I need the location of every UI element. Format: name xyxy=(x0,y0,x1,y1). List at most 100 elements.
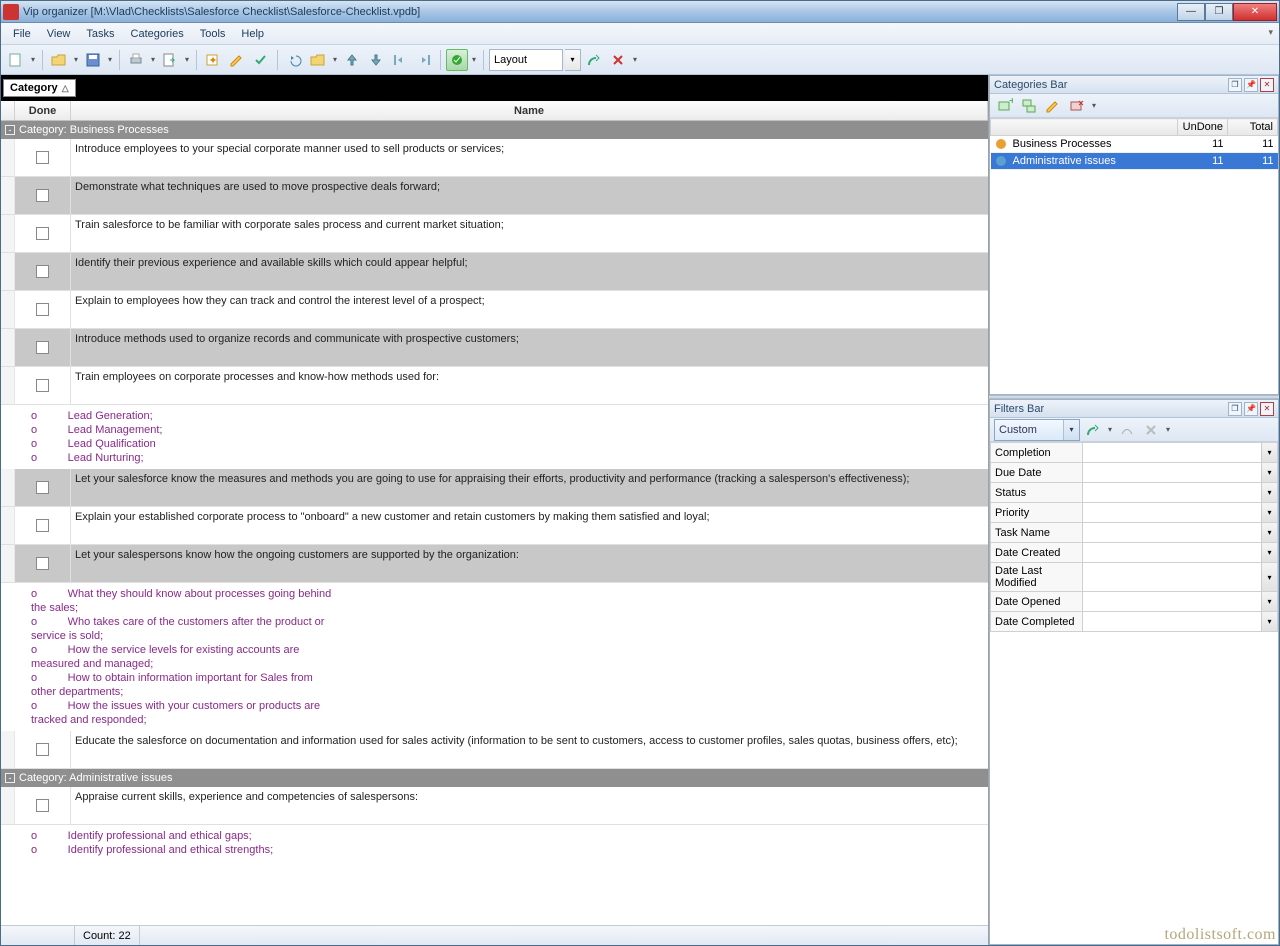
categories-name-header[interactable] xyxy=(991,119,1178,136)
apply-filter-dropdown-icon[interactable]: ▾ xyxy=(1106,419,1114,441)
filter-value-cell[interactable]: ▾ xyxy=(1083,612,1278,632)
chevron-down-icon[interactable]: ▾ xyxy=(1261,563,1277,591)
layout-dropdown-icon[interactable]: ▾ xyxy=(565,49,581,71)
filter-value-cell[interactable]: ▾ xyxy=(1083,503,1278,523)
apply-filter-button[interactable] xyxy=(1082,419,1104,441)
done-column-header[interactable]: Done xyxy=(15,101,71,120)
filter-value-cell[interactable]: ▾ xyxy=(1083,483,1278,503)
highlight-button[interactable] xyxy=(446,49,468,71)
chevron-down-icon[interactable]: ▾ xyxy=(1261,523,1277,542)
remove-filter-button[interactable] xyxy=(1140,419,1162,441)
edit-category-button[interactable] xyxy=(1042,95,1064,117)
menu-file[interactable]: File xyxy=(5,25,39,43)
task-row[interactable]: Let your salespersons know how the ongoi… xyxy=(1,545,988,583)
chevron-down-icon[interactable]: ▾ xyxy=(1261,543,1277,562)
panel-restore-icon[interactable]: ❐ xyxy=(1228,402,1242,416)
task-row[interactable]: Educate the salesforce on documentation … xyxy=(1,731,988,769)
menu-overflow-icon[interactable]: ▾ xyxy=(1268,27,1273,38)
done-checkbox[interactable] xyxy=(36,519,49,532)
move-up-button[interactable] xyxy=(341,49,363,71)
open-dropdown-icon[interactable]: ▾ xyxy=(72,49,80,71)
new-task-button[interactable]: ✦ xyxy=(202,49,224,71)
done-checkbox[interactable] xyxy=(36,379,49,392)
outdent-button[interactable] xyxy=(389,49,411,71)
folder-button[interactable] xyxy=(307,49,329,71)
task-row[interactable]: Explain your established corporate proce… xyxy=(1,507,988,545)
save-layout-button[interactable] xyxy=(583,49,605,71)
filter-value-cell[interactable]: ▾ xyxy=(1083,443,1278,463)
indent-button[interactable] xyxy=(413,49,435,71)
group-by-bar[interactable]: Category △ xyxy=(1,75,988,101)
task-row[interactable]: Introduce methods used to organize recor… xyxy=(1,329,988,367)
done-checkbox[interactable] xyxy=(36,481,49,494)
task-row[interactable]: Identify their previous experience and a… xyxy=(1,253,988,291)
new-button[interactable] xyxy=(5,49,27,71)
done-checkbox[interactable] xyxy=(36,265,49,278)
done-checkbox[interactable] xyxy=(36,557,49,570)
add-category-button[interactable]: + xyxy=(994,95,1016,117)
open-button[interactable] xyxy=(48,49,70,71)
undo-button[interactable] xyxy=(283,49,305,71)
panel-restore-icon[interactable]: ❐ xyxy=(1228,78,1242,92)
filter-value-cell[interactable]: ▾ xyxy=(1083,563,1278,592)
panel-pin-icon[interactable]: 📌 xyxy=(1244,402,1258,416)
layout-combo[interactable]: Layout xyxy=(489,49,563,71)
done-checkbox[interactable] xyxy=(36,151,49,164)
task-row[interactable]: Explain to employees how they can track … xyxy=(1,291,988,329)
chevron-down-icon[interactable]: ▾ xyxy=(1261,463,1277,482)
chevron-down-icon[interactable]: ▾ xyxy=(1261,612,1277,631)
done-checkbox[interactable] xyxy=(36,227,49,240)
done-checkbox[interactable] xyxy=(36,743,49,756)
delete-category-button[interactable] xyxy=(1066,95,1088,117)
menu-view[interactable]: View xyxy=(39,25,79,43)
export-button[interactable] xyxy=(159,49,181,71)
task-row[interactable]: Introduce employees to your special corp… xyxy=(1,139,988,177)
folder-dropdown-icon[interactable]: ▾ xyxy=(331,49,339,71)
clear-filter-button[interactable] xyxy=(1116,419,1138,441)
filter-value-cell[interactable]: ▾ xyxy=(1083,543,1278,563)
print-dropdown-icon[interactable]: ▾ xyxy=(149,49,157,71)
highlight-dropdown-icon[interactable]: ▾ xyxy=(470,49,478,71)
chevron-down-icon[interactable]: ▾ xyxy=(1261,592,1277,611)
chevron-down-icon[interactable]: ▾ xyxy=(1261,443,1277,462)
panel-close-icon[interactable]: ✕ xyxy=(1260,402,1274,416)
task-row[interactable]: Demonstrate what techniques are used to … xyxy=(1,177,988,215)
menu-tasks[interactable]: Tasks xyxy=(78,25,122,43)
done-checkbox[interactable] xyxy=(36,303,49,316)
remove-filter-dropdown-icon[interactable]: ▾ xyxy=(1164,419,1172,441)
new-dropdown-icon[interactable]: ▾ xyxy=(29,49,37,71)
close-button[interactable]: ✕ xyxy=(1233,3,1277,21)
move-down-button[interactable] xyxy=(365,49,387,71)
save-dropdown-icon[interactable]: ▾ xyxy=(106,49,114,71)
delete-layout-dropdown-icon[interactable]: ▾ xyxy=(631,49,639,71)
edit-task-button[interactable] xyxy=(226,49,248,71)
group-chip-category[interactable]: Category △ xyxy=(3,79,76,97)
expand-column-header[interactable] xyxy=(1,101,15,120)
minimize-button[interactable]: — xyxy=(1177,3,1205,21)
chevron-down-icon[interactable]: ▾ xyxy=(1261,503,1277,522)
categories-total-header[interactable]: Total xyxy=(1228,119,1278,136)
menu-categories[interactable]: Categories xyxy=(123,25,192,43)
delete-category-dropdown-icon[interactable]: ▾ xyxy=(1090,95,1098,117)
menu-help[interactable]: Help xyxy=(233,25,272,43)
categories-undone-header[interactable]: UnDone xyxy=(1178,119,1228,136)
print-button[interactable] xyxy=(125,49,147,71)
complete-task-button[interactable] xyxy=(250,49,272,71)
save-button[interactable] xyxy=(82,49,104,71)
chevron-down-icon[interactable]: ▾ xyxy=(1261,483,1277,502)
menu-tools[interactable]: Tools xyxy=(192,25,234,43)
done-checkbox[interactable] xyxy=(36,189,49,202)
panel-pin-icon[interactable]: 📌 xyxy=(1244,78,1258,92)
category-header[interactable]: -Category: Business Processes xyxy=(1,121,988,139)
task-row[interactable]: Let your salesforce know the measures an… xyxy=(1,469,988,507)
filter-value-cell[interactable]: ▾ xyxy=(1083,463,1278,483)
maximize-button[interactable]: ❐ xyxy=(1205,3,1233,21)
task-row[interactable]: Train employees on corporate processes a… xyxy=(1,367,988,405)
task-grid[interactable]: -Category: Business ProcessesIntroduce e… xyxy=(1,121,988,925)
done-checkbox[interactable] xyxy=(36,799,49,812)
name-column-header[interactable]: Name xyxy=(71,101,988,120)
category-row[interactable]: Business Processes1111 xyxy=(991,136,1278,153)
task-row[interactable]: Train salesforce to be familiar with cor… xyxy=(1,215,988,253)
task-row[interactable]: Appraise current skills, experience and … xyxy=(1,787,988,825)
panel-close-icon[interactable]: ✕ xyxy=(1260,78,1274,92)
